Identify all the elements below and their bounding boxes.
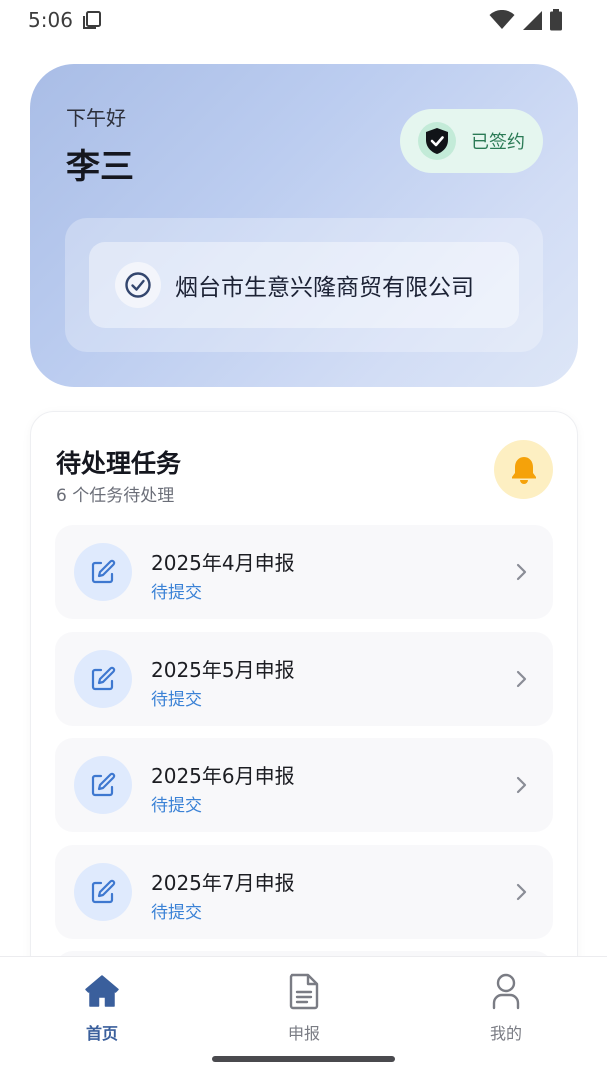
nav-tab-report[interactable]: 申报 xyxy=(244,971,364,1044)
shield-check-icon xyxy=(418,122,456,160)
nav-label-home: 首页 xyxy=(85,1024,118,1043)
status-bar: 5:06 xyxy=(0,0,607,40)
app-screen: 5:06 下午好 李三 已签约 烟台市生意兴隆商贸有限公司 待处理任务 6 个任… xyxy=(0,0,607,1080)
signed-status-badge[interactable]: 已签约 xyxy=(400,109,543,173)
chevron-right-icon xyxy=(516,776,527,794)
chevron-right-icon xyxy=(516,883,527,900)
greeting-text: 下午好 xyxy=(66,106,126,130)
task-item[interactable]: 2025年4月申报 待提交 xyxy=(55,525,553,619)
notification-bell-button[interactable] xyxy=(494,440,553,499)
task-status: 待提交 xyxy=(151,689,202,710)
user-name: 李三 xyxy=(66,147,134,187)
wifi-icon xyxy=(489,10,515,29)
chevron-right-icon xyxy=(516,563,527,581)
task-title: 2025年5月申报 xyxy=(151,657,295,682)
home-icon xyxy=(82,971,122,1011)
task-item[interactable]: 2025年6月申报 待提交 xyxy=(55,738,553,832)
bell-icon xyxy=(511,456,536,484)
nav-tab-mine[interactable]: 我的 xyxy=(446,971,566,1044)
chevron-right-icon xyxy=(516,670,527,687)
company-row[interactable]: 烟台市生意兴隆商贸有限公司 xyxy=(89,242,519,328)
task-title: 2025年6月申报 xyxy=(151,764,295,788)
edit-icon xyxy=(74,543,132,601)
company-name: 烟台市生意兴隆商贸有限公司 xyxy=(175,275,474,301)
tasks-title: 待处理任务 xyxy=(56,449,182,478)
task-status: 待提交 xyxy=(151,902,202,923)
document-icon xyxy=(284,971,324,1011)
edit-icon xyxy=(74,649,132,708)
nav-label-report: 申报 xyxy=(287,1024,320,1043)
edit-icon xyxy=(74,756,132,814)
edit-icon xyxy=(74,862,132,921)
signed-status-label: 已签约 xyxy=(471,132,525,153)
tasks-count-subtitle: 6 个任务待处理 xyxy=(56,486,175,506)
task-title: 2025年4月申报 xyxy=(151,551,295,575)
task-status: 待提交 xyxy=(151,583,202,603)
nav-label-mine: 我的 xyxy=(489,1024,522,1043)
company-panel: 烟台市生意兴隆商贸有限公司 xyxy=(65,218,543,352)
task-title: 2025年7月申报 xyxy=(151,870,295,895)
task-status: 待提交 xyxy=(151,796,202,816)
check-circle-icon xyxy=(115,262,161,308)
status-time: 5:06 xyxy=(28,8,73,32)
greeting-card: 下午好 李三 已签约 烟台市生意兴隆商贸有限公司 xyxy=(30,64,578,387)
status-icons xyxy=(489,9,563,31)
person-icon xyxy=(486,971,526,1011)
task-item[interactable]: 2025年7月申报 待提交 xyxy=(55,844,553,939)
cellular-signal-icon xyxy=(523,11,542,30)
pending-tasks-card: 待处理任务 6 个任务待处理 2025年4月申报 待提交 2025年5月申报 待… xyxy=(30,411,578,1031)
task-item[interactable]: 2025年5月申报 待提交 xyxy=(55,631,553,726)
nav-tab-home[interactable]: 首页 xyxy=(42,971,162,1044)
battery-icon xyxy=(550,9,562,31)
gesture-home-indicator[interactable] xyxy=(212,1056,395,1062)
screenshot-notification-icon xyxy=(83,11,101,29)
